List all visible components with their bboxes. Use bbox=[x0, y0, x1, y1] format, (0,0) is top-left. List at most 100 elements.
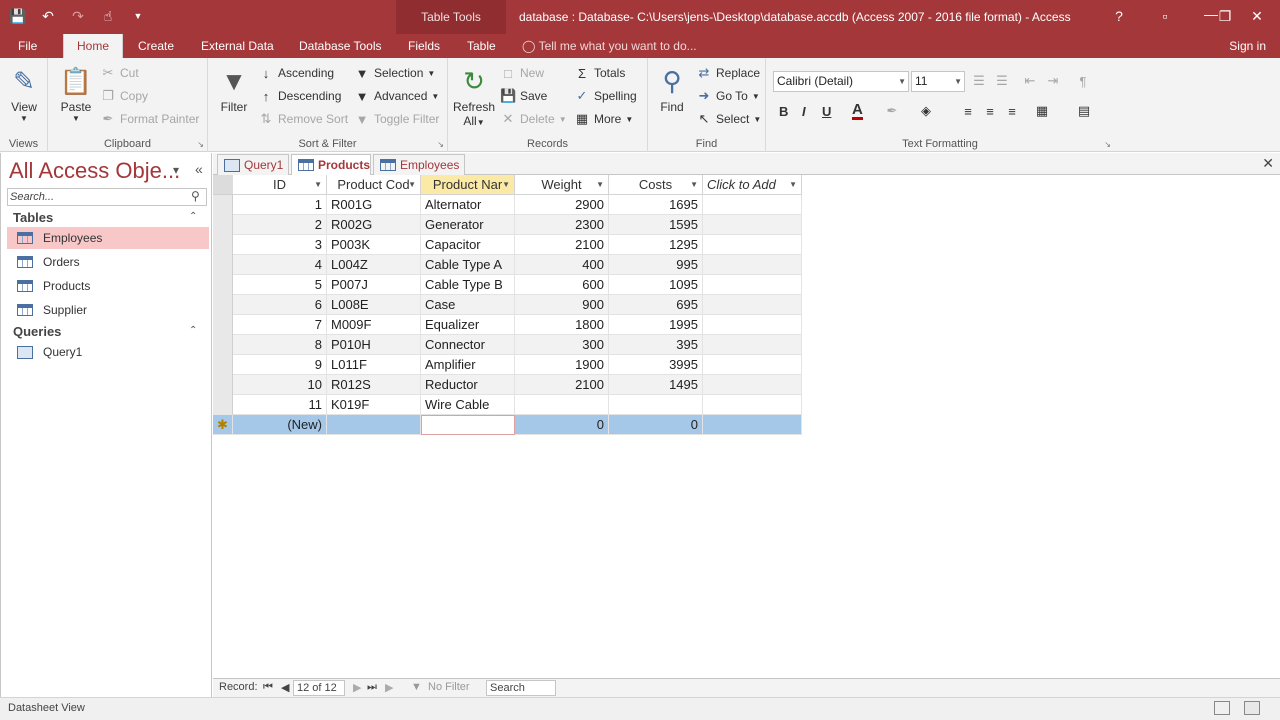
cell-product-code[interactable]: M009F bbox=[327, 315, 421, 335]
bold-button[interactable]: B bbox=[779, 104, 788, 119]
cell-id[interactable]: 9 bbox=[233, 355, 327, 375]
selection-button[interactable]: ▼ Selection ▼ bbox=[354, 63, 436, 83]
refresh-all-button[interactable]: ↻ Refresh All▼ bbox=[452, 64, 496, 129]
new-row-weight[interactable]: 0 bbox=[515, 415, 609, 435]
cell-weight[interactable]: 300 bbox=[515, 335, 609, 355]
doc-tab-products[interactable]: Products bbox=[291, 154, 371, 175]
nav-table-products[interactable]: Products bbox=[7, 275, 209, 297]
goto-button[interactable]: ➜ Go To ▼ bbox=[696, 86, 760, 106]
column-dropdown-icon[interactable]: ▼ bbox=[314, 175, 322, 195]
cell-costs[interactable]: 1295 bbox=[609, 235, 703, 255]
tab-table[interactable]: Table bbox=[461, 34, 502, 58]
gridlines-button[interactable]: ▦ bbox=[1034, 101, 1050, 121]
design-view-icon[interactable] bbox=[1244, 701, 1260, 715]
cell-product-code[interactable]: R012S bbox=[327, 375, 421, 395]
select-button[interactable]: ↖ Select ▼ bbox=[696, 109, 762, 129]
align-center-button[interactable]: ≡ bbox=[982, 101, 998, 121]
tables-section-header[interactable]: Tables bbox=[13, 210, 53, 225]
tab-home[interactable]: Home bbox=[63, 34, 123, 58]
highlight-button[interactable]: ✒ bbox=[884, 101, 900, 121]
cell-product-name[interactable]: Case bbox=[421, 295, 515, 315]
new-record-nav-icon[interactable]: ▶ bbox=[385, 681, 393, 694]
collapse-pane-icon[interactable]: « bbox=[195, 161, 203, 177]
paragraph-direction-button[interactable]: ¶ bbox=[1075, 71, 1091, 91]
cell-add[interactable] bbox=[703, 275, 802, 295]
column-header-product-code[interactable]: Product Cod ▼ bbox=[327, 175, 421, 195]
new-row-product-code[interactable] bbox=[327, 415, 421, 435]
no-filter-indicator[interactable]: No Filter bbox=[428, 681, 470, 693]
nav-table-orders[interactable]: Orders bbox=[7, 251, 209, 273]
advanced-button[interactable]: ▼ Advanced ▼ bbox=[354, 86, 440, 106]
cell-product-code[interactable]: P003K bbox=[327, 235, 421, 255]
ascending-button[interactable]: ↓ Ascending bbox=[258, 63, 334, 83]
cell-costs[interactable]: 1495 bbox=[609, 375, 703, 395]
save-record-button[interactable]: 💾 Save bbox=[500, 86, 547, 106]
help-button[interactable]: ? bbox=[1104, 6, 1134, 26]
tell-me-box[interactable]: ◯ Tell me what you want to do... bbox=[522, 34, 697, 58]
nav-pane-title[interactable]: All Access Obje... bbox=[9, 158, 180, 184]
filter-button[interactable]: ▼ Filter bbox=[216, 64, 252, 115]
cell-add[interactable] bbox=[703, 235, 802, 255]
record-search-input[interactable]: Search bbox=[486, 680, 556, 696]
new-record-marker[interactable]: ✱ bbox=[213, 415, 233, 435]
cell-costs[interactable]: 1095 bbox=[609, 275, 703, 295]
delete-record-button[interactable]: ✕ Delete ▼ bbox=[500, 109, 567, 129]
column-dropdown-icon[interactable]: ▼ bbox=[789, 175, 797, 195]
column-dropdown-icon[interactable]: ▼ bbox=[596, 175, 604, 195]
cut-button[interactable]: ✂ Cut bbox=[100, 63, 139, 83]
ribbon-options-icon[interactable]: ▫ bbox=[1150, 6, 1180, 26]
cell-product-name[interactable]: Amplifier bbox=[421, 355, 515, 375]
select-all-corner[interactable] bbox=[213, 175, 233, 195]
first-record-icon[interactable]: ⏮ bbox=[263, 681, 273, 694]
new-row-product-name[interactable] bbox=[421, 415, 515, 435]
cell-product-name[interactable]: Generator bbox=[421, 215, 515, 235]
cell-costs[interactable]: 395 bbox=[609, 335, 703, 355]
record-selector-column[interactable] bbox=[213, 175, 233, 435]
cell-id[interactable]: 7 bbox=[233, 315, 327, 335]
format-painter-button[interactable]: ✒ Format Painter bbox=[100, 109, 200, 129]
underline-button[interactable]: U bbox=[822, 104, 831, 119]
nav-menu-dropdown-icon[interactable]: ▾ bbox=[173, 163, 179, 177]
cell-add[interactable] bbox=[703, 355, 802, 375]
cell-add[interactable] bbox=[703, 395, 802, 415]
cell-weight[interactable]: 1900 bbox=[515, 355, 609, 375]
cell-product-code[interactable]: L008E bbox=[327, 295, 421, 315]
datasheet-view-icon[interactable] bbox=[1214, 701, 1230, 715]
cell-weight[interactable]: 2100 bbox=[515, 235, 609, 255]
fill-color-button[interactable]: ◈ bbox=[918, 101, 934, 121]
new-row-id[interactable]: (New) bbox=[233, 415, 327, 435]
close-document-icon[interactable]: ✕ bbox=[1262, 155, 1274, 172]
close-window-button[interactable]: ✕ bbox=[1242, 6, 1272, 26]
replace-button[interactable]: ⇄ Replace bbox=[696, 63, 760, 83]
cell-costs[interactable]: 3995 bbox=[609, 355, 703, 375]
new-record-button[interactable]: □ New bbox=[500, 63, 544, 83]
column-dropdown-icon[interactable]: ▼ bbox=[502, 175, 510, 195]
descending-button[interactable]: ↑ Descending bbox=[258, 86, 342, 106]
cell-product-code[interactable]: R002G bbox=[327, 215, 421, 235]
cell-product-name[interactable]: Cable Type A bbox=[421, 255, 515, 275]
more-button[interactable]: ▦ More ▼ bbox=[574, 109, 633, 129]
redo-icon[interactable]: ↷ bbox=[68, 6, 88, 26]
cell-add[interactable] bbox=[703, 195, 802, 215]
tab-create[interactable]: Create bbox=[132, 34, 180, 58]
toggle-filter-button[interactable]: ▼ Toggle Filter bbox=[354, 109, 440, 129]
sign-in-link[interactable]: Sign in bbox=[1229, 34, 1266, 58]
save-icon[interactable]: 💾 bbox=[8, 6, 28, 26]
view-button[interactable]: ✎ View ▼ bbox=[6, 64, 42, 124]
cell-id[interactable]: 10 bbox=[233, 375, 327, 395]
cell-add[interactable] bbox=[703, 315, 802, 335]
column-header-click-to-add[interactable]: Click to Add ▼ bbox=[703, 175, 802, 195]
cell-add[interactable] bbox=[703, 215, 802, 235]
cell-costs[interactable]: 1595 bbox=[609, 215, 703, 235]
tab-database-tools[interactable]: Database Tools bbox=[293, 34, 388, 58]
cell-product-name[interactable]: Wire Cable bbox=[421, 395, 515, 415]
cell-id[interactable]: 11 bbox=[233, 395, 327, 415]
cell-costs[interactable]: 1995 bbox=[609, 315, 703, 335]
cell-id[interactable]: 2 bbox=[233, 215, 327, 235]
cell-costs[interactable]: 995 bbox=[609, 255, 703, 275]
cell-weight[interactable]: 400 bbox=[515, 255, 609, 275]
restore-button[interactable]: ❐ bbox=[1210, 6, 1240, 26]
cell-product-code[interactable]: P010H bbox=[327, 335, 421, 355]
clipboard-launcher-icon[interactable]: ↘ bbox=[197, 140, 204, 149]
text-formatting-launcher-icon[interactable]: ↘ bbox=[1104, 140, 1111, 149]
